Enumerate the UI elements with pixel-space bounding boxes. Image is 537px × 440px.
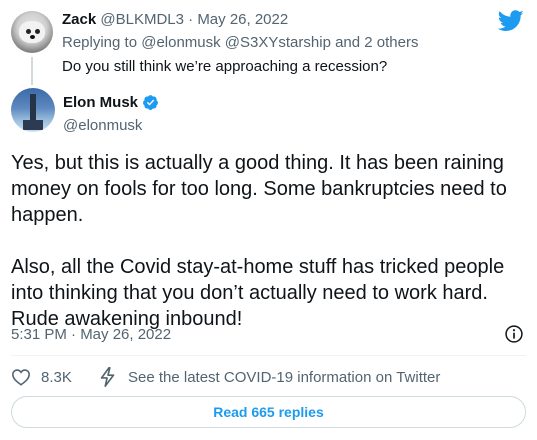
bolt-icon [100, 367, 115, 387]
reply-tweet-text: Do you still think we’re approaching a r… [62, 58, 388, 75]
tweet-body: Yes, but this is actually a good thing. … [11, 150, 526, 332]
reply-author-avatar[interactable] [11, 11, 53, 53]
covid-info-link[interactable]: See the latest COVID-19 information on T… [128, 369, 440, 387]
avatar-eye [35, 29, 40, 34]
tweet-paragraph-2: Also, all the Covid stay-at-home stuff h… [11, 256, 510, 330]
like-count[interactable]: 8.3K [41, 369, 72, 387]
tweet-timestamp[interactable]: 5:31 PM · May 26, 2022 [11, 326, 171, 344]
verified-badge-icon [143, 95, 158, 111]
heart-icon[interactable] [11, 368, 31, 386]
thread-connector-line [31, 57, 33, 85]
avatar-launch-tower [23, 120, 43, 130]
replying-to-line: Replying to @elonmusk @S3XYstarship and … [62, 34, 419, 52]
avatar-eye [26, 29, 31, 34]
twitter-bird-icon[interactable] [498, 10, 524, 32]
actions-divider [11, 355, 526, 356]
reply-tweet-date[interactable]: May 26, 2022 [197, 11, 288, 28]
reply-tweet-header: Zack @BLKMDL3 · May 26, 2022 [62, 11, 288, 29]
reply-author-name[interactable]: Zack [62, 11, 96, 28]
header-separator: · [188, 11, 194, 28]
replying-to-prefix: Replying to [62, 34, 138, 51]
reply-author-handle[interactable]: @BLKMDL3 [100, 11, 184, 28]
replying-to-others[interactable]: and 2 others [335, 34, 418, 51]
avatar-nose [30, 35, 35, 39]
main-author-name[interactable]: Elon Musk [63, 94, 138, 112]
main-author-handle[interactable]: @elonmusk [63, 117, 142, 135]
avatar-face [19, 21, 45, 43]
embedded-tweet-card: Zack @BLKMDL3 · May 26, 2022 Replying to… [0, 0, 537, 440]
tweet-paragraph-1: Yes, but this is actually a good thing. … [11, 152, 513, 226]
replying-to-mentions[interactable]: @elonmusk @S3XYstarship [141, 34, 331, 51]
read-replies-button[interactable]: Read 665 replies [11, 396, 526, 428]
main-author-avatar[interactable] [11, 88, 55, 132]
info-icon[interactable] [504, 324, 524, 344]
